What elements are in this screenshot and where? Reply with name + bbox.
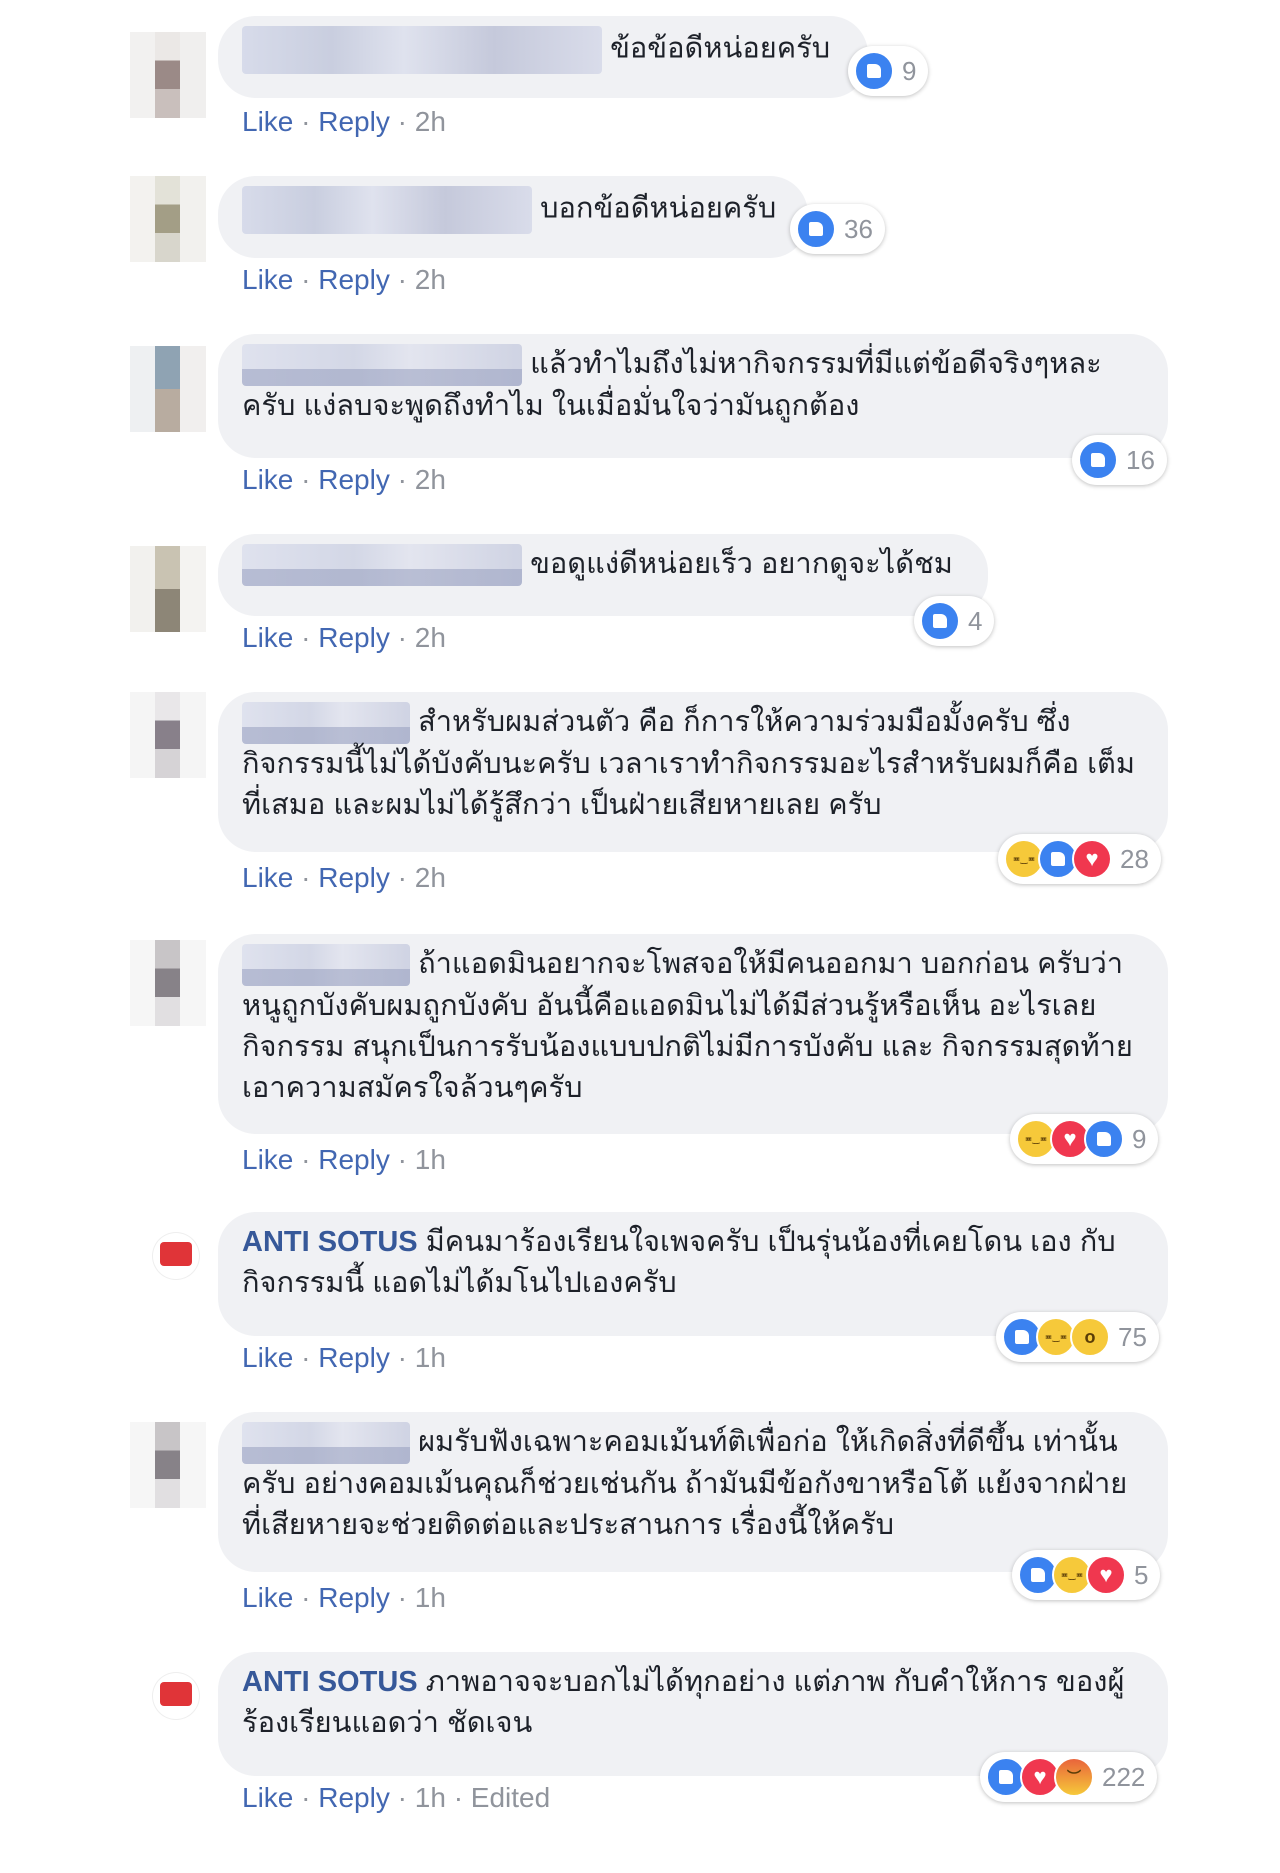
comment-bubble: ถ้าแอดมินอยากจะโพสจอให้มีคนออกมา บอกก่อน… [218, 934, 1168, 1134]
comment-actions: Like · Reply · 2h [242, 622, 446, 653]
avatar[interactable] [130, 940, 206, 1026]
like-reaction-icon [854, 51, 894, 91]
comment-actions: Like · Reply · 1h [242, 1144, 446, 1175]
like-link[interactable]: Like [242, 1342, 293, 1373]
angry-reaction-icon [1054, 1757, 1094, 1797]
reactions[interactable]: 222 [980, 1752, 1158, 1802]
like-reaction-icon [796, 209, 836, 249]
like-link[interactable]: Like [242, 1582, 293, 1613]
reply-link[interactable]: Reply [318, 622, 390, 653]
reaction-count: 9 [902, 55, 917, 86]
comment-bubble: ข้อข้อดีหน่อยครับ [218, 16, 868, 98]
comment-text: ข้อข้อดีหน่อยครับ [610, 32, 831, 65]
reaction-count: 75 [1118, 1321, 1147, 1352]
comment-actions: Like · Reply · 1h · Edited [242, 1782, 551, 1813]
like-reaction-icon [920, 601, 960, 641]
reply-link[interactable]: Reply [318, 1582, 390, 1613]
avatar[interactable] [130, 32, 206, 118]
commenter-name[interactable] [242, 344, 522, 387]
reaction-count: 5 [1134, 1559, 1149, 1590]
reply-link[interactable]: Reply [318, 1782, 390, 1813]
reactions[interactable]: 36 [790, 204, 885, 254]
like-link[interactable]: Like [242, 264, 293, 295]
comment-actions: Like · Reply · 2h [242, 106, 446, 137]
wow-reaction-icon [1070, 1317, 1110, 1357]
like-link[interactable]: Like [242, 862, 293, 893]
commenter-name[interactable] [242, 186, 532, 234]
like-reaction-icon [1078, 440, 1118, 480]
comment-text: บอกข้อดีหน่อยครับ [540, 192, 777, 225]
commenter-name[interactable]: ANTI SOTUS [242, 1666, 418, 1698]
commenter-name[interactable] [242, 944, 410, 987]
timestamp[interactable]: 2h [415, 622, 446, 653]
reactions[interactable]: 5 [1012, 1550, 1161, 1600]
like-link[interactable]: Like [242, 106, 293, 137]
comment-bubble: ขอดูแง่ดีหน่อยเร็ว อยากดูจะได้ชม [218, 534, 988, 616]
reaction-count: 28 [1120, 843, 1149, 874]
page-logo [160, 1682, 192, 1706]
timestamp[interactable]: 2h [415, 106, 446, 137]
reply-link[interactable]: Reply [318, 1144, 390, 1175]
avatar[interactable] [130, 346, 206, 432]
comment-actions: Like · Reply · 1h [242, 1342, 446, 1373]
timestamp[interactable]: 1h [415, 1782, 446, 1813]
reply-link[interactable]: Reply [318, 1342, 390, 1373]
comment-bubble: ผมรับฟังเฉพาะคอมเม้นท์ติเพื่อก่อ ให้เกิด… [218, 1412, 1168, 1572]
avatar[interactable] [130, 176, 206, 262]
commenter-name[interactable] [242, 702, 410, 745]
comment-bubble: สำหรับผมส่วนตัว คือ ก็การให้ความร่วมมือม… [218, 692, 1168, 852]
reaction-count: 9 [1132, 1123, 1147, 1154]
like-link[interactable]: Like [242, 622, 293, 653]
timestamp[interactable]: 2h [415, 862, 446, 893]
reply-link[interactable]: Reply [318, 862, 390, 893]
reactions[interactable]: 4 [914, 596, 995, 646]
reply-link[interactable]: Reply [318, 464, 390, 495]
avatar[interactable] [130, 692, 206, 778]
page-logo [160, 1242, 192, 1266]
reaction-count: 222 [1102, 1761, 1146, 1792]
timestamp[interactable]: 1h [415, 1342, 446, 1373]
timestamp[interactable]: 2h [415, 264, 446, 295]
love-reaction-icon [1072, 839, 1112, 879]
comment-actions: Like · Reply · 2h [242, 264, 446, 295]
page-avatar[interactable] [152, 1232, 200, 1280]
like-link[interactable]: Like [242, 1782, 293, 1813]
reply-link[interactable]: Reply [318, 264, 390, 295]
commenter-name[interactable] [242, 26, 602, 74]
reactions[interactable]: 9 [848, 46, 929, 96]
love-reaction-icon [1086, 1555, 1126, 1595]
like-link[interactable]: Like [242, 1144, 293, 1175]
comment-bubble: บอกข้อดีหน่อยครับ [218, 176, 808, 258]
commenter-name[interactable]: ANTI SOTUS [242, 1226, 418, 1258]
reaction-count: 4 [968, 605, 983, 636]
comment-actions: Like · Reply · 1h [242, 1582, 446, 1613]
like-reaction-icon [1084, 1119, 1124, 1159]
reactions[interactable]: 75 [996, 1312, 1159, 1362]
avatar[interactable] [130, 1422, 206, 1508]
reactions[interactable]: 16 [1072, 435, 1167, 485]
reactions[interactable]: 9 [1010, 1114, 1159, 1164]
comment-bubble: แล้วทำไมถึงไม่หากิจกรรมที่มีแต่ข้อดีจริง… [218, 334, 1168, 458]
comment-text: ขอดูแง่ดีหน่อยเร็ว อยากดูจะได้ชม [530, 548, 953, 580]
like-link[interactable]: Like [242, 464, 293, 495]
timestamp[interactable]: 1h [415, 1144, 446, 1175]
commenter-name[interactable] [242, 544, 522, 587]
avatar[interactable] [130, 546, 206, 632]
timestamp[interactable]: 2h [415, 464, 446, 495]
comment-actions: Like · Reply · 2h [242, 862, 446, 893]
timestamp[interactable]: 1h [415, 1582, 446, 1613]
comment-actions: Like · Reply · 2h [242, 464, 446, 495]
commenter-name[interactable] [242, 1422, 410, 1465]
reactions[interactable]: 28 [998, 834, 1161, 884]
reaction-count: 36 [844, 213, 873, 244]
edited-label[interactable]: Edited [471, 1782, 550, 1813]
page-avatar[interactable] [152, 1672, 200, 1720]
reply-link[interactable]: Reply [318, 106, 390, 137]
reaction-count: 16 [1126, 444, 1155, 475]
